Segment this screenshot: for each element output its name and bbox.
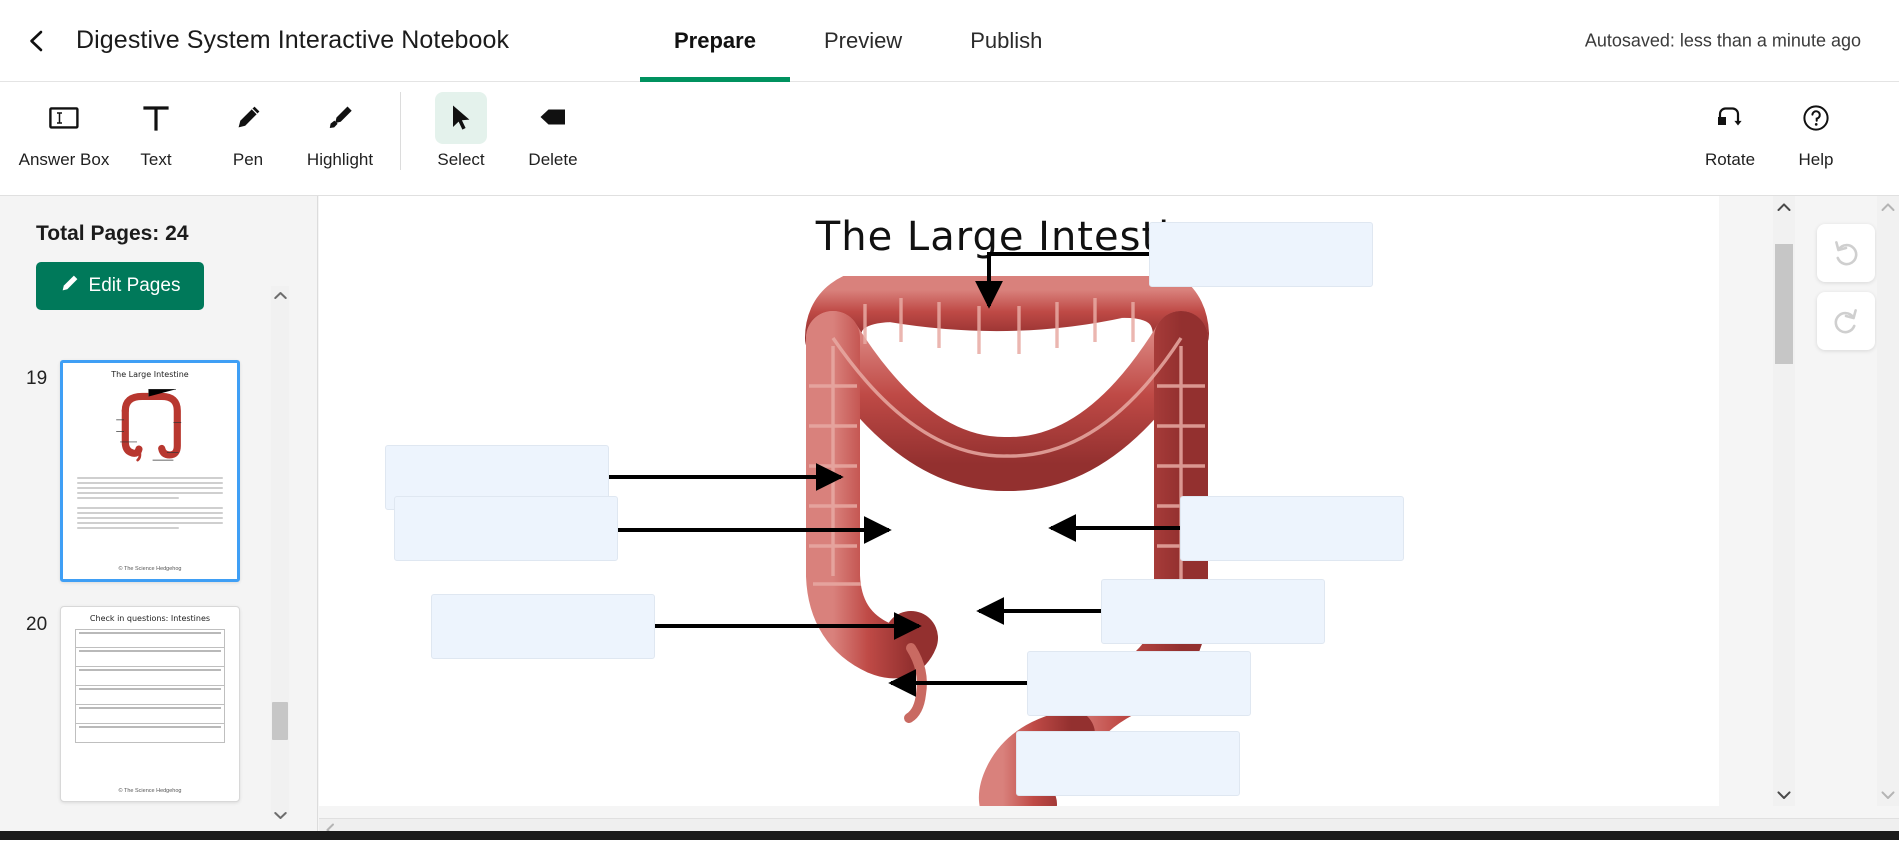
tool-text[interactable]: Text — [110, 82, 202, 170]
page-thumbnail-19[interactable]: The Large Intestine — [60, 360, 240, 582]
large-intestine-icon — [111, 383, 189, 471]
page-thumbnail-20[interactable]: Check in questions: Intestines © The Sci… — [60, 606, 240, 802]
pen-icon — [222, 92, 274, 144]
answer-box[interactable] — [1101, 579, 1325, 644]
tool-answer-box[interactable]: Answer Box — [18, 82, 110, 170]
scroll-down-button[interactable] — [1773, 784, 1795, 806]
back-button[interactable] — [14, 18, 60, 64]
eraser-icon — [527, 92, 579, 144]
toolbar-divider — [400, 92, 401, 170]
answer-box[interactable] — [394, 496, 618, 561]
thumbnail-question-box — [75, 667, 225, 686]
answer-box[interactable] — [431, 594, 655, 659]
edit-pages-label: Edit Pages — [89, 275, 181, 297]
main-tabs: Prepare Preview Publish — [640, 0, 1076, 82]
tool-select[interactable]: Select — [415, 82, 507, 170]
answer-box[interactable] — [1149, 222, 1373, 287]
worksheet-title: The Large Intestine — [319, 214, 1719, 260]
tool-highlight[interactable]: Highlight — [294, 82, 386, 170]
thumbnail-question-box — [75, 686, 225, 705]
autosave-status: Autosaved: less than a minute ago — [1585, 30, 1861, 51]
thumbnail-footer: © The Science Hedgehog — [61, 788, 239, 794]
thumbnail-question-box — [75, 629, 225, 648]
scroll-up-button[interactable] — [271, 286, 289, 304]
tool-label: Text — [140, 150, 171, 170]
thumbnail-title: Check in questions: Intestines — [61, 614, 239, 623]
editor-toolbar: Answer Box Text Pen Highlight Sele — [0, 82, 1899, 196]
sidebar-scrollbar[interactable] — [271, 286, 289, 816]
pencil-icon — [60, 274, 79, 299]
scroll-down-button[interactable] — [1877, 784, 1899, 806]
tool-label: Highlight — [307, 150, 373, 170]
rotate-icon — [1704, 92, 1756, 144]
undo-arrow-icon — [1831, 237, 1861, 270]
thumbnail-number: 19 — [26, 360, 60, 390]
tool-label: Help — [1799, 150, 1834, 170]
cursor-arrow-icon — [435, 92, 487, 144]
answer-box[interactable] — [1016, 731, 1240, 796]
canvas-area: The Large Intestine — [319, 196, 1899, 840]
thumbnail-question-box — [75, 705, 225, 724]
redo-arrow-icon — [1831, 305, 1861, 338]
thumbnail-number: 20 — [26, 606, 60, 636]
scrollbar-thumb[interactable] — [272, 702, 288, 740]
tool-help[interactable]: Help — [1773, 82, 1859, 170]
scroll-up-button[interactable] — [1773, 196, 1795, 218]
tool-label: Rotate — [1705, 150, 1755, 170]
canvas-scrollbar[interactable] — [1773, 196, 1795, 806]
answer-box[interactable] — [1180, 496, 1404, 561]
tool-label: Answer Box — [19, 150, 110, 170]
undo-button[interactable] — [1817, 224, 1875, 282]
scroll-down-button[interactable] — [271, 806, 289, 824]
highlighter-icon — [314, 92, 366, 144]
redo-button[interactable] — [1817, 292, 1875, 350]
utility-tool-group: Rotate Help — [1687, 82, 1859, 170]
workspace: Total Pages: 24 Edit Pages 19 The Large … — [0, 196, 1899, 840]
tab-prepare[interactable]: Prepare — [640, 0, 790, 82]
top-header-bar: Digestive System Interactive Notebook Pr… — [0, 0, 1899, 82]
page-title: Digestive System Interactive Notebook — [76, 26, 509, 55]
edit-pages-button[interactable]: Edit Pages — [36, 262, 204, 310]
answer-box[interactable] — [1027, 651, 1251, 716]
drawing-tool-group: Answer Box Text Pen Highlight Sele — [18, 82, 599, 170]
thumbnail-footer: © The Science Hedgehog — [63, 566, 237, 572]
scrollbar-thumb[interactable] — [1775, 244, 1793, 364]
right-rail — [1795, 196, 1899, 806]
tool-pen[interactable]: Pen — [202, 82, 294, 170]
answer-box-icon — [38, 92, 90, 144]
text-icon — [130, 92, 182, 144]
worksheet-page[interactable]: The Large Intestine — [319, 196, 1719, 806]
thumbnail-question-list — [61, 629, 239, 743]
tab-preview[interactable]: Preview — [790, 0, 936, 82]
scroll-up-button[interactable] — [1877, 196, 1899, 218]
tool-rotate[interactable]: Rotate — [1687, 82, 1773, 170]
thumbnail-question-box — [75, 648, 225, 667]
thumbnail-diagram — [63, 381, 237, 473]
outer-scrollbar[interactable] — [1877, 196, 1899, 806]
tool-label: Pen — [233, 150, 263, 170]
thumbnail-title: The Large Intestine — [63, 370, 237, 379]
chevron-left-icon — [25, 29, 49, 53]
tab-publish[interactable]: Publish — [936, 0, 1076, 82]
tool-delete[interactable]: Delete — [507, 82, 599, 170]
question-circle-icon — [1790, 92, 1842, 144]
tool-label: Select — [437, 150, 484, 170]
pages-sidebar: Total Pages: 24 Edit Pages 19 The Large … — [0, 196, 318, 840]
thumbnail-question-box — [75, 724, 225, 743]
tool-label: Delete — [528, 150, 577, 170]
thumbnail-text-block — [63, 473, 237, 529]
total-pages-label: Total Pages: 24 — [36, 222, 317, 246]
window-bottom-edge — [0, 831, 1899, 840]
